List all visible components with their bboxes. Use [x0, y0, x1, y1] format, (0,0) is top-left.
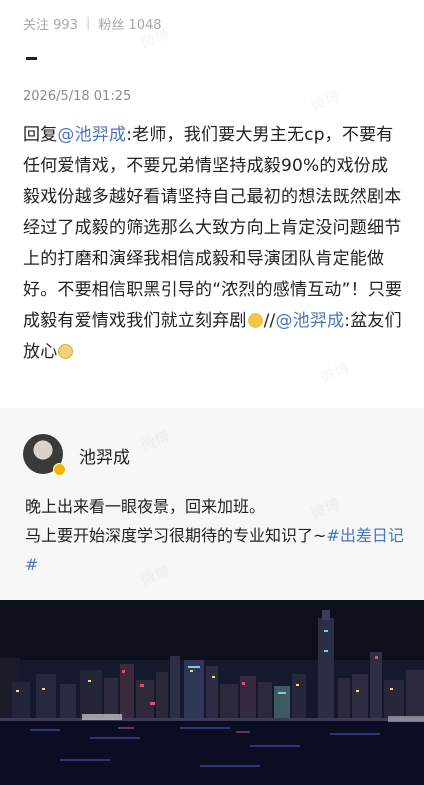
forward-mark: // — [263, 311, 276, 331]
profile-stats: 关注 993 | 粉丝 1048 — [23, 14, 162, 33]
forward-mention-link[interactable]: @池羿成 — [275, 311, 344, 331]
reply-prefix: 回复 — [23, 125, 58, 145]
comment-text: 回复@池羿成:老师，我们要大男主无cp，不要有任何爱情戏，不要兄弟情坚持成毅90… — [23, 120, 403, 368]
stats-divider: | — [85, 16, 91, 31]
post-line-2: 马上要开始深度学习很期待的专业知识了~#出差日记# — [25, 521, 405, 579]
post-username[interactable]: 池羿成 — [79, 443, 130, 468]
watermark-2: 微博 — [307, 87, 343, 115]
reply-mention-link[interactable]: @池羿成 — [57, 125, 126, 145]
night-city-skyline-photo[interactable] — [0, 600, 424, 785]
skyline-graphic — [0, 600, 424, 785]
section-dash — [26, 57, 37, 60]
comment-body: :老师，我们要大男主无cp，不要有任何爱情戏，不要兄弟情坚持成毅90%的戏份成毅… — [23, 125, 403, 331]
following-count[interactable]: 关注 993 — [23, 14, 78, 33]
verified-badge-icon — [53, 463, 66, 476]
comment-timestamp: 2026/5/18 01:25 — [23, 89, 132, 104]
cat-emoji-icon — [58, 344, 74, 359]
post-line-2-text: 马上要开始深度学习很期待的专业知识了~ — [25, 526, 327, 545]
post-line-1: 晚上出来看一眼夜景，回来加班。 — [25, 497, 266, 516]
post-text: 晚上出来看一眼夜景，回来加班。 马上要开始深度学习很期待的专业知识了~#出差日记… — [25, 492, 405, 579]
pray-emoji-icon — [247, 313, 263, 328]
